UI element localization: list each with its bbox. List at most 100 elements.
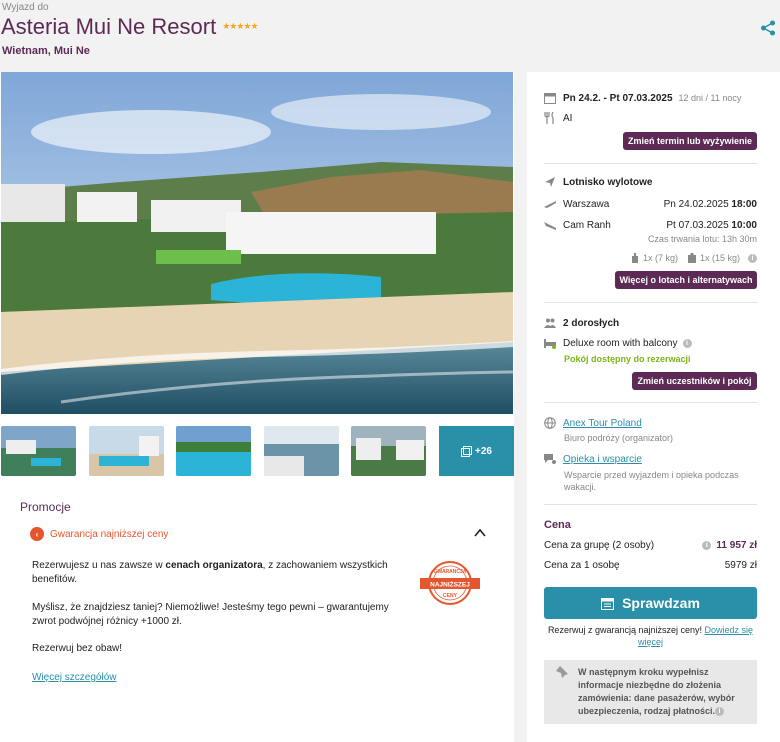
organizer-role: Biuro podróży (organizator)	[564, 433, 674, 443]
checked-luggage-icon	[687, 253, 696, 263]
trip-dates-row: Pn 24.2. - Pt 07.03.2025 12 dni / 11 noc…	[544, 92, 757, 104]
price-guarantee-toggle[interactable]: ‹ Gwarancja najniższej ceny	[30, 527, 168, 541]
divider	[544, 504, 757, 505]
return-city: Cam Ranh	[563, 219, 611, 231]
trip-duration: 12 dni / 11 nocy	[678, 93, 742, 103]
outbound-date: Pn 24.02.2025	[663, 198, 729, 210]
group-price-label: Cena za grupę (2 osoby)	[544, 540, 655, 551]
price-heading: Cena	[544, 519, 571, 531]
departure-airport-row: Lotnisko wylotowe	[544, 176, 757, 188]
price-guarantee-note: Rezerwuj z gwarancją najniższej ceny! Do…	[544, 624, 757, 648]
organizer-row: Anex Tour Poland	[544, 417, 757, 429]
outbound-time: 18:00	[731, 198, 757, 210]
group-price-row: Cena za grupę (2 osoby) i 11 957 zł	[544, 540, 757, 551]
luggage-row: 1x (7 kg) 1x (15 kg) i	[544, 253, 757, 263]
board-type: AI	[563, 112, 573, 124]
return-time: 10:00	[731, 219, 757, 231]
departure-airport-heading: Lotnisko wylotowe	[563, 176, 653, 188]
gallery-thumbnail[interactable]	[264, 426, 339, 476]
cutlery-icon	[544, 112, 554, 124]
thumbnail-strip: +26	[1, 426, 514, 476]
share-icon[interactable]	[760, 20, 776, 36]
chat-support-icon	[544, 454, 556, 464]
support-description: Wsparcie przed wyjazdem i opieka podczas…	[564, 470, 739, 492]
plane-icon	[545, 177, 555, 187]
hotel-title: Asteria Mui Ne Resort ★★★★★	[1, 14, 259, 40]
gallery-thumbnail[interactable]	[89, 426, 164, 476]
guarantee-label: Gwarancja najniższej ceny	[50, 528, 169, 540]
return-date: Pt 07.03.2025	[666, 219, 729, 231]
chevron-up-icon[interactable]	[474, 528, 486, 538]
check-button-label: Sprawdzam	[622, 595, 700, 611]
promo-paragraph-3: Rezerwuj bez obaw!	[32, 643, 123, 654]
globe-icon	[544, 417, 556, 429]
page-header: Wyjazd do Asteria Mui Ne Resort ★★★★★ Wie…	[0, 0, 780, 72]
guests-row: 2 dorosłych	[544, 317, 757, 329]
promo-text1-a: Rezerwujesz u nas zawsze w	[32, 560, 166, 571]
gallery-thumbnail[interactable]	[1, 426, 76, 476]
trip-dates: Pn 24.2. - Pt 07.03.2025	[563, 92, 673, 104]
promo-paragraph-2: Myślisz, że znajdziesz taniej? Niemożliw…	[32, 602, 389, 627]
group-price-value: 11 957 zł	[716, 540, 757, 551]
hand-luggage-icon	[631, 253, 638, 263]
guarantee-note-text: Rezerwuj z gwarancją najniższej ceny!	[547, 625, 703, 635]
change-guests-room-button[interactable]: Zmień uczestników i pokój	[632, 372, 757, 390]
hotel-main-photo[interactable]	[1, 72, 513, 414]
return-flight-row: Cam Ranh Pt 07.03.2025 10:00	[544, 219, 757, 231]
outbound-city: Warszawa	[563, 198, 610, 210]
stamp-text-bottom: CENY	[443, 593, 458, 599]
next-step-text: W następnym kroku wypełnisz informacje n…	[578, 667, 735, 716]
pin-icon	[556, 666, 568, 678]
info-icon[interactable]: i	[702, 541, 712, 550]
stamp-text-top: GWARANCJA	[434, 569, 467, 575]
page-kicker: Wyjazd do	[2, 2, 49, 13]
flight-duration: Czas trwania lotu: 13h 30m	[647, 234, 757, 244]
calendar-icon	[601, 597, 615, 610]
room-availability: Pokój dostępny do rezerwacji	[564, 354, 691, 364]
info-icon[interactable]: i	[682, 338, 692, 348]
support-link[interactable]: Opieka i wsparcie	[563, 454, 642, 465]
promo-text1-bold: cenach organizatora	[165, 560, 263, 571]
hotel-location: Wietnam, Mui Ne	[2, 45, 90, 57]
calendar-icon	[544, 93, 556, 104]
people-icon	[544, 318, 556, 328]
more-flights-button[interactable]: Więcej o lotach i alternatywach	[615, 271, 757, 289]
more-photos-count: +26	[475, 445, 492, 457]
person-price-value: 5979 zł	[724, 560, 757, 571]
checked-luggage: 1x (15 kg)	[699, 253, 740, 263]
gallery-card: +26 Promocje ‹ Gwarancja najniższej ceny…	[0, 72, 514, 742]
room-type: Deluxe room with balcony	[563, 337, 678, 349]
stamp-text-mid: NAJNIŻSZEJ	[430, 581, 470, 589]
promo-paragraph-1: Rezerwujesz u nas zawsze w cenach organi…	[32, 559, 392, 587]
divider	[544, 302, 757, 303]
guarantee-icon: ‹	[30, 527, 44, 541]
booking-summary-card: Pn 24.2. - Pt 07.03.2025 12 dni / 11 noc…	[527, 72, 780, 742]
divider	[544, 163, 757, 164]
more-photos-button[interactable]: +26	[439, 426, 514, 476]
room-type-row: Deluxe room with balcony i	[544, 337, 757, 349]
hand-luggage: 1x (7 kg)	[642, 253, 678, 263]
next-step-info-box: W następnym kroku wypełnisz informacje n…	[544, 660, 757, 724]
photos-icon	[461, 445, 473, 457]
change-date-board-button[interactable]: Zmień termin lub wyżywienie	[623, 132, 757, 150]
plane-landing-icon	[544, 222, 556, 230]
hotel-name: Asteria Mui Ne Resort	[1, 14, 217, 39]
person-price-row: Cena za 1 osobę 5979 zł	[544, 560, 757, 571]
gallery-thumbnail[interactable]	[351, 426, 426, 476]
organizer-link[interactable]: Anex Tour Poland	[563, 418, 642, 429]
person-price-label: Cena za 1 osobę	[544, 560, 620, 571]
divider	[544, 402, 757, 403]
promo-details-link[interactable]: Więcej szczegółów	[32, 672, 116, 683]
support-row: Opieka i wsparcie	[544, 453, 757, 465]
outbound-flight-row: Warszawa Pn 24.02.2025 18:00	[544, 198, 757, 210]
bed-icon	[544, 339, 556, 349]
check-availability-button[interactable]: Sprawdzam	[544, 587, 757, 619]
promo-section-title: Promocje	[20, 500, 71, 514]
star-rating: ★★★★★	[222, 21, 258, 31]
info-icon[interactable]: i	[748, 253, 757, 263]
board-row: AI	[544, 112, 757, 124]
plane-takeoff-icon	[544, 201, 556, 208]
gallery-thumbnail[interactable]	[176, 426, 251, 476]
info-icon[interactable]: i	[715, 707, 725, 717]
guarantee-stamp: GWARANCJA NAJNIŻSZEJ CENY	[420, 561, 480, 605]
